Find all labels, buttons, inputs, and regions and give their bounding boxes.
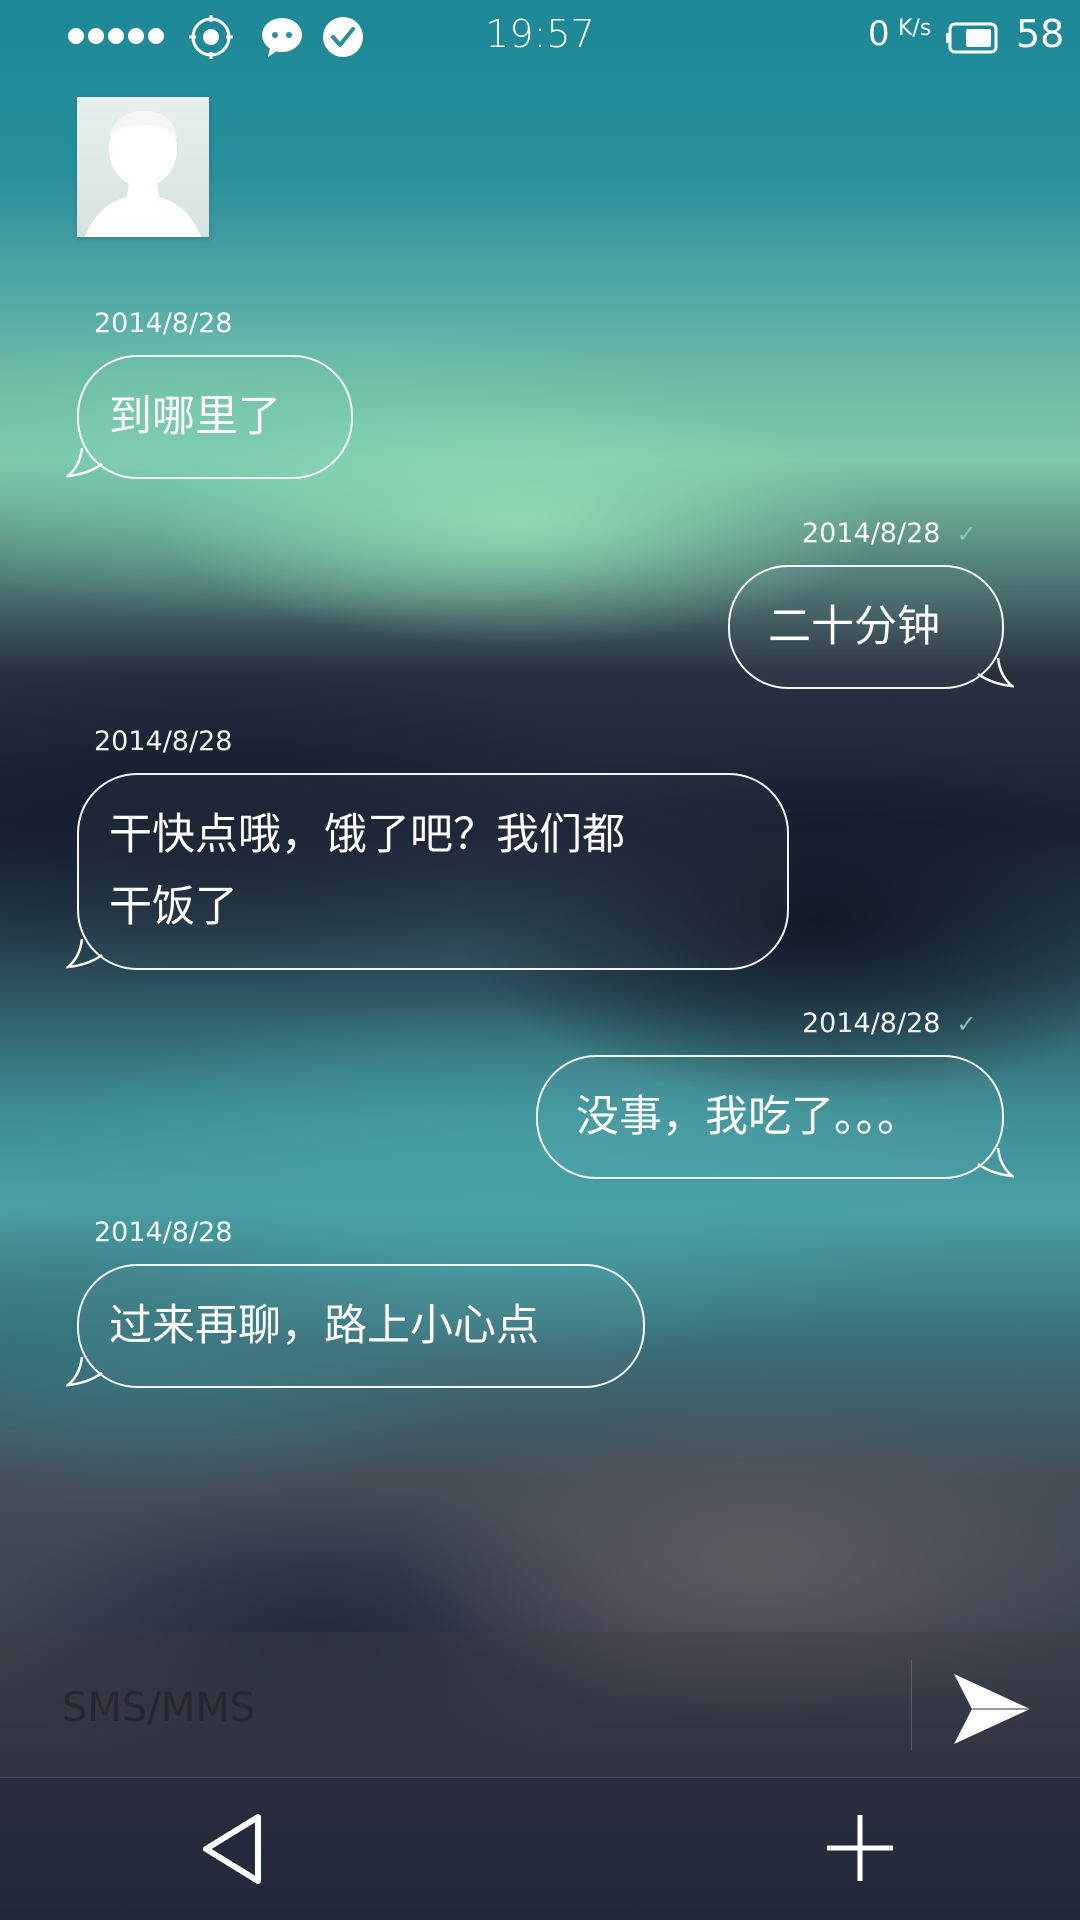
battery-icon	[946, 22, 998, 54]
plus-icon[interactable]	[825, 1813, 895, 1883]
message-timestamp: 2014/8/28	[802, 1008, 941, 1039]
message-text: 二十分钟	[768, 602, 940, 652]
delivered-check-icon: ✓	[956, 1010, 977, 1038]
network-speed-unit: K/s	[898, 16, 932, 41]
send-arrow-icon[interactable]	[952, 1672, 1032, 1746]
composer-bar	[0, 1632, 1080, 1778]
bubble-tail	[977, 657, 1014, 688]
message-text: 没事，我吃了。。。	[576, 1092, 920, 1142]
contact-avatar[interactable]	[77, 97, 209, 237]
message-timestamp: 2014/8/28	[94, 726, 233, 757]
message-bubble-incoming[interactable]: 过来再聊，路上小心点	[77, 1264, 645, 1388]
status-bar: 19:57 0 K/s 58	[0, 0, 1080, 74]
message-bubble-incoming[interactable]: 到哪里了	[77, 355, 353, 479]
message-text: 过来再聊，路上小心点	[109, 1301, 539, 1351]
message-text-line: 干饭了	[109, 882, 238, 932]
messaging-screen: 19:57 0 K/s 58 2014/8/28 到哪里了 2014/8/28 ✓…	[0, 0, 1080, 1920]
bubble-tail	[66, 938, 103, 969]
bubble-tail	[977, 1147, 1014, 1178]
composer-divider	[911, 1660, 912, 1750]
message-timestamp: 2014/8/28	[802, 518, 941, 549]
message-text-line: 干快点哦，饿了吧？我们都	[109, 810, 625, 860]
message-text: 到哪里了	[109, 392, 281, 442]
message-bubble-outgoing[interactable]: 没事，我吃了。。。	[536, 1055, 1004, 1179]
message-bubble-outgoing[interactable]: 二十分钟	[728, 565, 1004, 689]
message-timestamp: 2014/8/28	[94, 308, 233, 339]
message-bubble-incoming[interactable]: 干快点哦，饿了吧？我们都 干饭了	[77, 773, 789, 970]
delivered-check-icon: ✓	[956, 520, 977, 548]
person-silhouette-icon	[85, 110, 201, 237]
message-input[interactable]	[60, 1667, 904, 1749]
bubble-tail	[66, 1356, 103, 1387]
message-timestamp: 2014/8/28	[94, 1217, 233, 1248]
back-triangle-icon[interactable]	[200, 1813, 264, 1885]
navigation-bar	[0, 1777, 1080, 1920]
message-timestamp-row: 2014/8/28 ✓	[802, 1008, 977, 1039]
message-timestamp-row: 2014/8/28 ✓	[802, 518, 977, 549]
network-speed: 0	[868, 14, 890, 54]
bubble-tail	[66, 447, 103, 478]
battery-percent: 58	[1016, 12, 1065, 56]
